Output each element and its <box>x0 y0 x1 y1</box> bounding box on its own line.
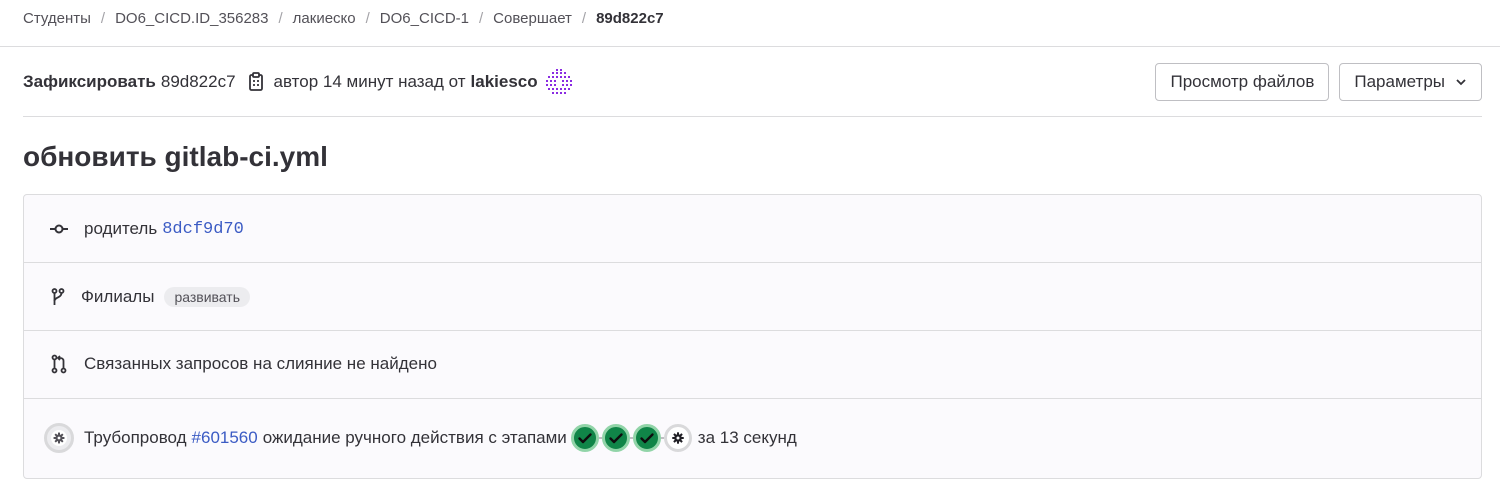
stage-passed-icon[interactable] <box>601 424 630 452</box>
options-dropdown-button[interactable]: Параметры <box>1339 63 1482 101</box>
pipeline-status-manual-icon[interactable] <box>44 423 74 453</box>
breadcrumb-separator: / <box>365 9 370 27</box>
pipeline-status-text: ожидание ручного действия с этапами <box>262 428 567 447</box>
branch-icon <box>48 288 68 306</box>
chevron-down-icon <box>1455 78 1467 86</box>
pipeline-label: Трубопровод <box>84 428 187 447</box>
browse-files-button[interactable]: Просмотр файлов <box>1155 63 1330 101</box>
options-label: Параметры <box>1354 72 1445 91</box>
header-actions: Просмотр файлов Параметры <box>1155 63 1482 101</box>
commit-header: Зафиксировать 89d822c7 автор 14 минут на… <box>23 48 1482 117</box>
breadcrumb-group[interactable]: Студенты <box>23 10 91 27</box>
copy-sha-icon[interactable] <box>248 72 264 92</box>
stage-passed-icon[interactable] <box>570 424 599 452</box>
stage-manual-gear-icon[interactable] <box>663 424 692 452</box>
breadcrumb-separator: / <box>278 9 283 27</box>
pipeline-row: Трубопровод #601560 ожидание ручного дей… <box>24 421 1481 455</box>
commit-info-panel: родитель 8dcf9d70 Филиалы развивать Связ… <box>23 194 1482 479</box>
parent-label: родитель <box>84 219 158 238</box>
breadcrumb-separator: / <box>478 9 484 27</box>
breadcrumb-user[interactable]: лакиеско <box>293 10 356 27</box>
breadcrumb-separator: / <box>581 9 587 27</box>
parent-sha-link[interactable]: 8dcf9d70 <box>162 220 244 239</box>
pipeline-stages <box>570 424 692 452</box>
branches-row: Филиалы развивать <box>24 280 1481 314</box>
commit-authored-text: автор 14 минут назад от <box>273 72 466 91</box>
divider <box>24 262 1481 263</box>
commit-sha: 89d822c7 <box>160 72 236 91</box>
merge-request-icon <box>50 354 68 374</box>
breadcrumb-project[interactable]: DO6_CICD-1 <box>380 10 469 27</box>
commit-author-link[interactable]: lakiesco <box>471 72 538 92</box>
commit-label: Зафиксировать <box>23 72 156 91</box>
browse-files-label: Просмотр файлов <box>1170 72 1315 91</box>
breadcrumb-subgroup[interactable]: DO6_CICD.ID_356283 <box>115 10 268 27</box>
merge-requests-text: Связанных запросов на слияние не найдено <box>84 354 437 373</box>
divider <box>24 398 1481 399</box>
pipeline-duration: за 13 секунд <box>697 428 797 447</box>
breadcrumb-separator: / <box>100 9 106 27</box>
merge-requests-row: Связанных запросов на слияние не найдено <box>24 347 1481 381</box>
breadcrumb: Студенты / DO6_CICD.ID_356283 / лакиеско… <box>0 0 1500 47</box>
parent-row: родитель 8dcf9d70 <box>24 212 1481 246</box>
commit-title: обновить gitlab-ci.yml <box>23 141 328 172</box>
pipeline-id-link[interactable]: #601560 <box>192 428 258 448</box>
breadcrumb-current-commit: 89d822c7 <box>596 9 664 27</box>
branch-badge[interactable]: развивать <box>164 287 250 307</box>
stage-passed-icon[interactable] <box>632 424 661 452</box>
commit-icon <box>48 223 70 235</box>
branches-label: Филиалы <box>81 287 155 306</box>
divider <box>24 330 1481 331</box>
breadcrumb-commits[interactable]: Совершает <box>493 10 572 27</box>
avatar[interactable] <box>544 67 574 97</box>
